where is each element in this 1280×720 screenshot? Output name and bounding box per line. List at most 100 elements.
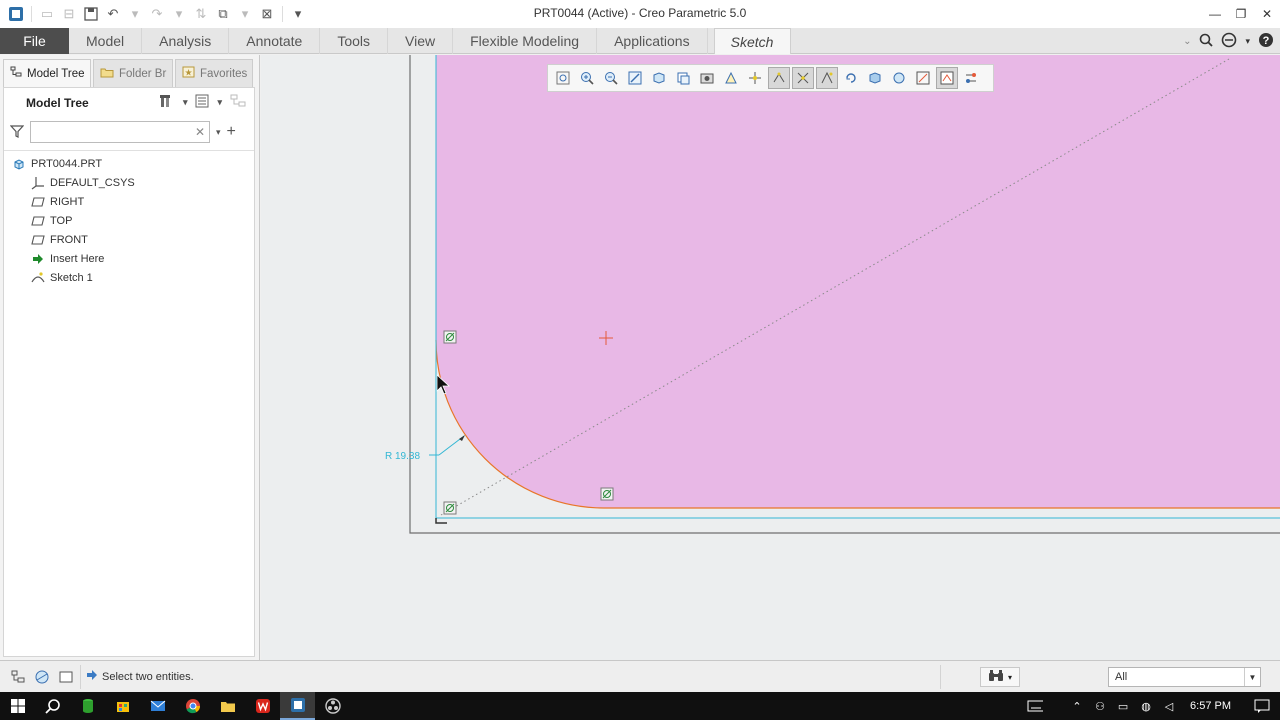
notification-center-icon[interactable] (1254, 698, 1270, 714)
show-icon[interactable] (195, 94, 209, 111)
zoom-in-icon[interactable] (576, 67, 598, 89)
wps-office-icon[interactable] (245, 692, 280, 720)
sketcher-display-filter-icon[interactable] (960, 67, 982, 89)
tree-columns-icon[interactable] (230, 94, 248, 111)
close-icon[interactable]: ✕ (1254, 0, 1280, 28)
search-icon[interactable] (1199, 33, 1214, 50)
datum-display-icon[interactable] (744, 67, 766, 89)
show-grid-icon[interactable] (816, 67, 838, 89)
show-hidden-icons-icon[interactable]: ⌃ (1069, 698, 1085, 714)
creo-taskbar-icon[interactable] (280, 692, 315, 720)
selection-filter-dropdown[interactable]: All ▼ (1108, 667, 1261, 687)
navigator-toggle-icon[interactable] (8, 668, 28, 686)
repaint-icon[interactable] (624, 67, 646, 89)
sketch-view-icon[interactable] (936, 67, 958, 89)
chrome-icon[interactable] (175, 692, 210, 720)
tab-sketch[interactable]: Sketch (713, 28, 791, 54)
tree-settings-dropdown-icon[interactable]: ▾ (183, 97, 188, 108)
redo-icon[interactable]: ↷ (147, 4, 167, 24)
database-app-icon[interactable] (70, 692, 105, 720)
find-dropdown-icon[interactable]: ▾ (1008, 673, 1012, 682)
tab-view[interactable]: View (388, 28, 454, 54)
tree-item-sketch-1[interactable]: Sketch 1 (4, 268, 254, 287)
clear-search-icon[interactable]: ✕ (195, 125, 205, 139)
tree-item-front[interactable]: FRONT (4, 230, 254, 249)
customize-toolbar-icon[interactable]: ▾ (288, 4, 308, 24)
save-icon[interactable] (81, 4, 101, 24)
tab-model-tree[interactable]: Model Tree (3, 59, 91, 87)
app-menu-icon[interactable] (6, 4, 26, 24)
tab-tools[interactable]: Tools (320, 28, 389, 54)
battery-icon[interactable]: ▭ (1115, 698, 1131, 714)
taskbar-search-icon[interactable] (35, 692, 70, 720)
help-icon[interactable]: ? (1258, 32, 1274, 51)
store-app-icon[interactable] (105, 692, 140, 720)
tray-app-icon[interactable]: ⚇ (1092, 698, 1108, 714)
tab-folder-browser[interactable]: Folder Br (93, 59, 173, 87)
view-manager-icon[interactable] (696, 67, 718, 89)
highlight-open-ends-icon[interactable] (888, 67, 910, 89)
show-constraints-icon[interactable] (792, 67, 814, 89)
close-window-icon[interactable]: ⊠ (257, 4, 277, 24)
binoculars-icon (988, 669, 1004, 686)
tree-item-top[interactable]: TOP (4, 211, 254, 230)
tree-item-default-csys[interactable]: DEFAULT_CSYS (4, 173, 254, 192)
tree-item-right[interactable]: RIGHT (4, 192, 254, 211)
graphics-window[interactable]: R 19.38 (261, 55, 1280, 660)
refit-icon[interactable] (552, 67, 574, 89)
open-file-icon[interactable]: ⊟ (59, 4, 79, 24)
find-button[interactable]: ▾ (980, 667, 1020, 687)
tree-item-part[interactable]: PRT0044.PRT (4, 154, 254, 173)
taskbar-clock[interactable]: 6:57 PM (1190, 700, 1231, 712)
status-message: Select two entities. (102, 670, 194, 683)
undo-dropdown-icon[interactable]: ▾ (125, 4, 145, 24)
search-options-dropdown-icon[interactable]: ▾ (216, 127, 221, 138)
speaker-icon[interactable]: ◁ (1161, 698, 1177, 714)
tab-model[interactable]: Model (69, 28, 143, 54)
saved-orientations-icon[interactable] (672, 67, 694, 89)
restore-icon[interactable]: ❐ (1228, 0, 1254, 28)
obs-app-icon[interactable] (315, 692, 350, 720)
overlapping-geometry-icon[interactable] (912, 67, 934, 89)
perspective-icon[interactable] (720, 67, 742, 89)
tab-flexible-modeling[interactable]: Flexible Modeling (453, 28, 598, 54)
browser-toggle-icon[interactable] (32, 668, 52, 686)
show-vertices-icon[interactable] (840, 67, 862, 89)
full-screen-icon[interactable] (56, 668, 76, 686)
tree-search-input[interactable]: ✕ (30, 121, 210, 143)
windows-dropdown-icon[interactable]: ▾ (235, 4, 255, 24)
tab-favorites[interactable]: ★ Favorites (175, 59, 253, 87)
windows-start-icon[interactable] (0, 692, 35, 720)
tab-annotate[interactable]: Annotate (229, 28, 321, 54)
regenerate-icon[interactable]: ⇅ (191, 4, 211, 24)
tangent-constraint-icon[interactable] (443, 330, 457, 344)
tab-analysis[interactable]: Analysis (142, 28, 230, 54)
sketch-viewport[interactable]: R 19.38 (261, 55, 1280, 660)
show-dimensions-icon[interactable] (768, 67, 790, 89)
add-filter-icon[interactable]: + (227, 123, 236, 141)
tangent-constraint-icon[interactable] (600, 487, 614, 501)
show-dropdown-icon[interactable]: ▾ (217, 97, 222, 108)
filter-icon[interactable] (9, 124, 25, 141)
tab-applications[interactable]: Applications (597, 28, 708, 54)
tangent-constraint-icon[interactable] (443, 501, 457, 515)
undo-icon[interactable]: ↶ (103, 4, 123, 24)
windows-icon[interactable]: ⧉ (213, 4, 233, 24)
community-dropdown-icon[interactable]: ▾ (1245, 36, 1250, 47)
display-style-icon[interactable] (648, 67, 670, 89)
keyboard-icon[interactable] (1027, 698, 1044, 714)
minimize-icon[interactable]: — (1202, 0, 1228, 28)
shade-closed-icon[interactable] (864, 67, 886, 89)
radius-dimension[interactable]: R 19.38 (385, 451, 420, 462)
zoom-out-icon[interactable] (600, 67, 622, 89)
tree-item-insert-here[interactable]: Insert Here (4, 249, 254, 268)
tree-settings-icon[interactable] (159, 93, 175, 112)
ptc-community-icon[interactable] (1221, 32, 1237, 51)
network-icon[interactable]: ◍ (1138, 698, 1154, 714)
collapse-ribbon-icon[interactable]: ⌄ (1183, 36, 1191, 47)
new-file-icon[interactable]: ▭ (37, 4, 57, 24)
mail-app-icon[interactable] (140, 692, 175, 720)
tab-file[interactable]: File (0, 28, 69, 54)
redo-dropdown-icon[interactable]: ▾ (169, 4, 189, 24)
file-explorer-icon[interactable] (210, 692, 245, 720)
